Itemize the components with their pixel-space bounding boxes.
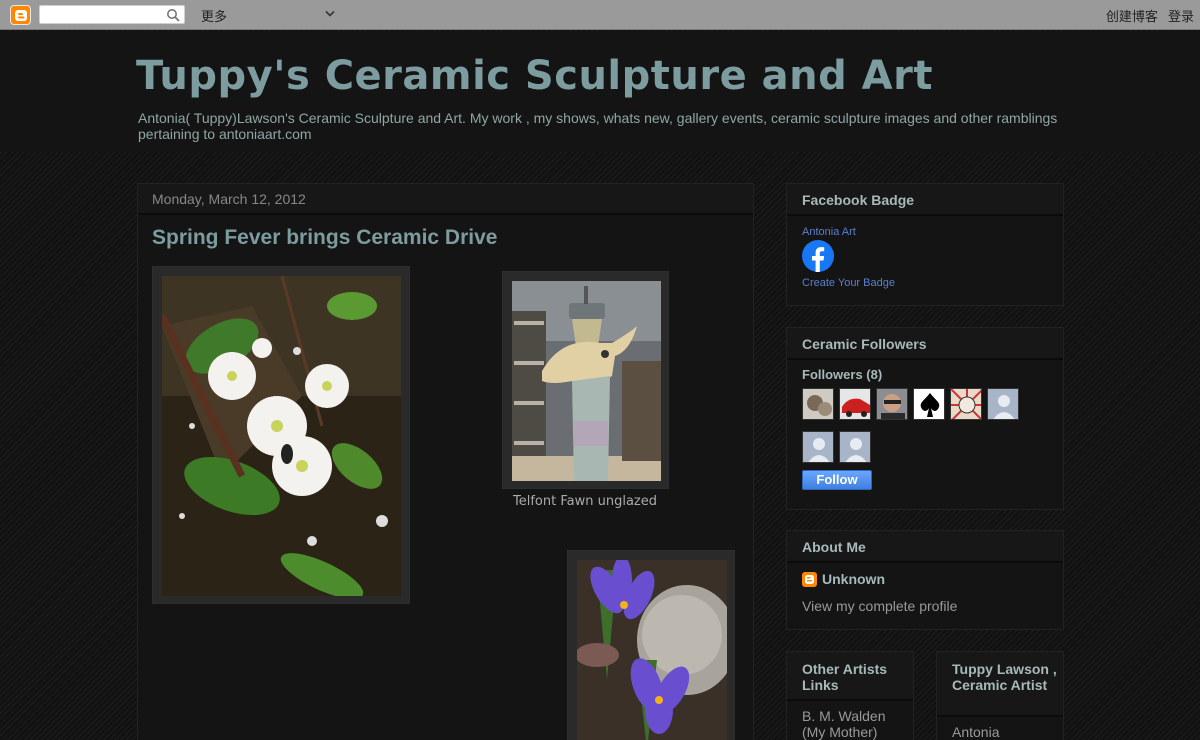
- chevron-down-icon[interactable]: [325, 10, 335, 18]
- follower-avatar[interactable]: [987, 388, 1019, 420]
- sign-in-link[interactable]: 登录: [1168, 10, 1194, 25]
- create-blog-link[interactable]: 创建博客: [1106, 10, 1158, 25]
- main-post-area: Monday, March 12, 2012 Spring Fever brin…: [137, 183, 754, 740]
- gadget-title: Tuppy Lawson , Ceramic Artist: [937, 652, 1063, 717]
- pear-blossom-image: [158, 275, 401, 599]
- facebook-badge-gadget: Facebook Badge Antonia Art Create Your B…: [786, 183, 1064, 306]
- follow-button[interactable]: Follow: [802, 470, 872, 490]
- telfont-fawn-photo[interactable]: [502, 271, 669, 489]
- facebook-icon[interactable]: [802, 240, 834, 272]
- more-menu[interactable]: 更多: [201, 6, 227, 25]
- follower-avatar[interactable]: [802, 388, 834, 420]
- gadget-title: About Me: [787, 531, 1063, 563]
- blog-search-input[interactable]: [39, 5, 185, 24]
- gadget-title: Other Artists Links: [787, 652, 913, 701]
- facebook-name-link[interactable]: Antonia Art: [802, 226, 856, 238]
- post-date: Monday, March 12, 2012: [138, 184, 753, 215]
- other-artists-gadget: Other Artists Links B. M. Walden (My Mot…: [786, 651, 914, 740]
- followers-count: Followers (8): [802, 367, 883, 382]
- profile-name-link[interactable]: Unknown: [822, 571, 885, 587]
- fawn-caption: Telfont Fawn unglazed: [513, 494, 657, 509]
- blossom-photo[interactable]: [152, 266, 410, 604]
- blogger-navbar: 更多 创建博客 登录: [0, 0, 1200, 30]
- crocus-image: [575, 556, 737, 740]
- blog-description: Antonia( Tuppy)Lawson's Ceramic Sculptur…: [138, 110, 1058, 142]
- follower-avatar[interactable]: [802, 431, 834, 463]
- blogger-profile-icon: [802, 572, 817, 587]
- gadget-title: Facebook Badge: [787, 184, 1063, 216]
- blogger-logo-icon[interactable]: [10, 5, 31, 25]
- search-icon[interactable]: [166, 8, 180, 22]
- follower-avatar[interactable]: [950, 388, 982, 420]
- tuppy-link[interactable]: Antonia: [952, 724, 999, 740]
- tuppy-lawson-gadget: Tuppy Lawson , Ceramic Artist Antonia: [936, 651, 1064, 740]
- post-title[interactable]: Spring Fever brings Ceramic Drive: [152, 226, 497, 250]
- create-badge-link[interactable]: Create Your Badge: [802, 277, 895, 289]
- follower-avatar[interactable]: [839, 431, 871, 463]
- follower-avatar[interactable]: [876, 388, 908, 420]
- followers-gadget: Ceramic Followers Followers (8) Follow: [786, 327, 1064, 510]
- follower-avatar[interactable]: [913, 388, 945, 420]
- gadget-title: Ceramic Followers: [787, 328, 1063, 360]
- blog-title[interactable]: Tuppy's Ceramic Sculpture and Art: [136, 53, 933, 99]
- artist-link[interactable]: B. M. Walden (My Mother): [802, 708, 907, 740]
- blog-header: Tuppy's Ceramic Sculpture and Art Antoni…: [0, 31, 1200, 152]
- crocus-photo[interactable]: [567, 550, 737, 740]
- about-me-gadget: About Me Unknown View my complete profil…: [786, 530, 1064, 630]
- ceramic-fawn-image: [512, 281, 661, 481]
- follower-avatar[interactable]: [839, 388, 871, 420]
- view-profile-link[interactable]: View my complete profile: [802, 598, 957, 614]
